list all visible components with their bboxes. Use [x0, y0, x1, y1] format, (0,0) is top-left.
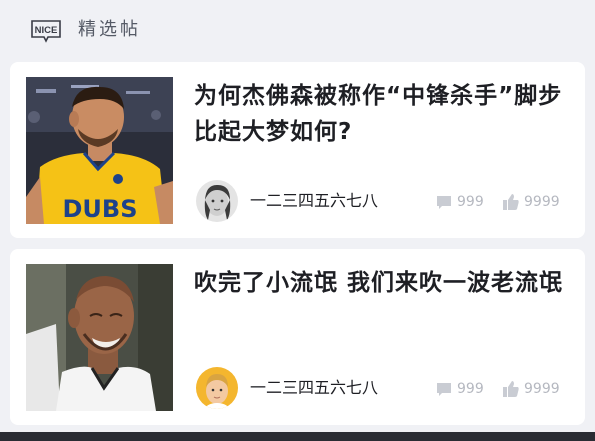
post-thumbnail[interactable] [26, 264, 173, 411]
post-card[interactable]: DUBS 为何杰佛森被称作“中锋杀手”脚步比起大梦如何? 一二三四五六七八 99… [10, 62, 585, 238]
post-title[interactable]: 吹完了小流氓 我们来吹一波老流氓 [194, 265, 574, 301]
section-header: NICE 精选帖 [0, 0, 595, 60]
comment-count-value: 999 [457, 194, 484, 210]
player-photo: DUBS [26, 77, 173, 224]
comment-icon [437, 383, 451, 396]
comment-count[interactable]: 999 [435, 192, 484, 212]
comment-count-value: 999 [457, 381, 484, 397]
author-avatar[interactable] [196, 180, 238, 222]
player-photo [26, 264, 173, 411]
comment-icon [437, 196, 451, 209]
author-avatar[interactable] [196, 367, 238, 409]
comment-count[interactable]: 999 [435, 379, 484, 399]
author-name[interactable]: 一二三四五六七八 [250, 376, 378, 400]
bottom-bar [0, 432, 595, 441]
thumbs-up-icon [503, 381, 519, 397]
post-card[interactable]: 吹完了小流氓 我们来吹一波老流氓 一二三四五六七八 999 9999 [10, 249, 585, 425]
thumbs-up-icon [503, 194, 519, 210]
jersey-text: DUBS [63, 195, 138, 223]
section-title: 精选帖 [78, 19, 141, 40]
avatar-image [196, 180, 238, 222]
nice-logo-text: NICE [35, 25, 58, 36]
like-count[interactable]: 9999 [502, 379, 560, 399]
post-thumbnail[interactable]: DUBS [26, 77, 173, 224]
like-count-value: 9999 [524, 194, 560, 210]
nice-logo: NICE [31, 20, 61, 43]
like-count[interactable]: 9999 [502, 192, 560, 212]
avatar-image [196, 367, 238, 409]
like-count-value: 9999 [524, 381, 560, 397]
post-title[interactable]: 为何杰佛森被称作“中锋杀手”脚步比起大梦如何? [194, 78, 574, 150]
author-name[interactable]: 一二三四五六七八 [250, 189, 378, 213]
